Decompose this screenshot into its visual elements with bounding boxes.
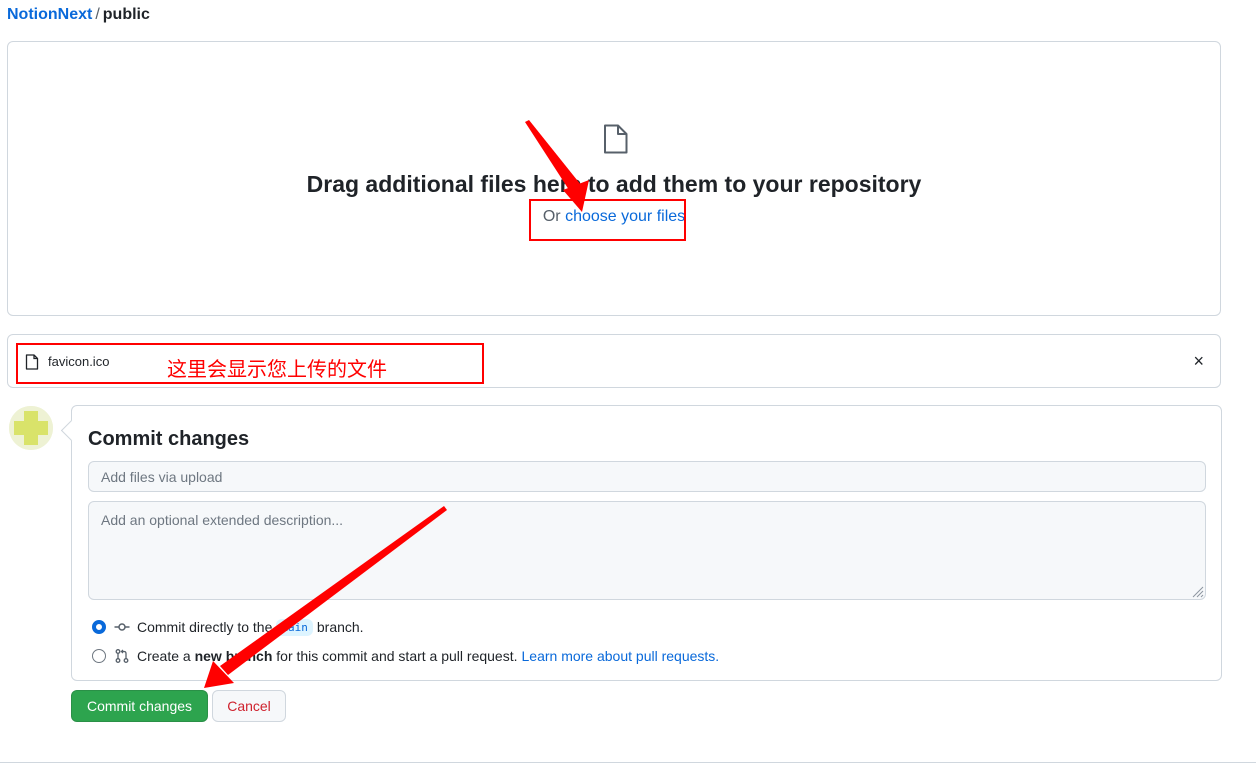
new-branch-bold: new branch (194, 648, 273, 664)
new-branch-radio[interactable] (92, 649, 106, 663)
new-branch-prefix: Create a (137, 648, 191, 664)
commit-title: Commit changes (88, 428, 250, 450)
breadcrumb-directory: public (102, 6, 150, 23)
branch-name-badge: main (276, 618, 313, 636)
breadcrumb-repo-link[interactable]: NotionNext (7, 6, 92, 23)
footer-divider (0, 762, 1256, 763)
commit-summary-input[interactable] (88, 461, 1206, 492)
git-pull-request-icon (115, 649, 129, 663)
breadcrumb: NotionNext / public (7, 5, 150, 25)
commit-description-input[interactable] (88, 501, 1206, 600)
annotation-label: 这里会显示您上传的文件 (167, 357, 387, 381)
new-branch-option[interactable]: Create a new branch for this commit and … (92, 646, 719, 666)
git-commit-icon (114, 623, 130, 631)
file-dropzone[interactable]: Drag additional files here to add them t… (7, 41, 1221, 316)
remove-file-close-icon[interactable]: × (1193, 351, 1204, 371)
commit-direct-suffix: branch. (316, 619, 364, 635)
resize-handle-icon[interactable] (1190, 584, 1204, 598)
file-icon (604, 124, 628, 154)
commit-direct-radio[interactable] (92, 620, 106, 634)
annotation-box-choose-files (529, 199, 686, 241)
new-branch-suffix: for this commit and start a pull request… (276, 648, 518, 664)
commit-form: Commit changes Commit directly to the ma… (60, 405, 1222, 681)
commit-direct-prefix: Commit directly to the (137, 619, 273, 635)
commit-changes-button[interactable]: Commit changes (71, 690, 208, 722)
breadcrumb-separator: / (95, 6, 100, 23)
dropzone-title: Drag additional files here to add them t… (306, 171, 922, 197)
avatar (9, 406, 53, 450)
cancel-button[interactable]: Cancel (212, 690, 286, 722)
learn-more-link[interactable]: Learn more about pull requests. (522, 648, 720, 664)
commit-box-pointer (60, 419, 83, 442)
identicon-image (9, 406, 53, 450)
commit-direct-option[interactable]: Commit directly to the main branch. (92, 617, 364, 637)
